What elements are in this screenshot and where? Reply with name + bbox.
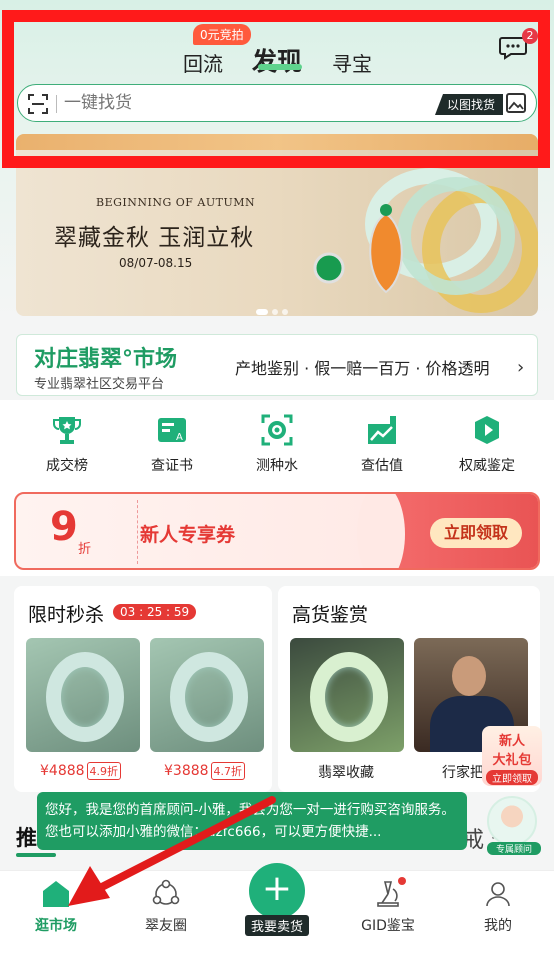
promo-claim-button[interactable]: 立即领取 (486, 770, 538, 785)
banner-subtitle: BEGINNING OF AUTUMN (96, 196, 256, 209)
appraisal-title: 高货鉴赏 (292, 604, 369, 626)
image-search-label[interactable]: 以图找货 (435, 94, 504, 115)
product-price: ¥3888 4.7折 (164, 762, 246, 780)
flash-sale-title: 限时秒杀 (28, 604, 105, 626)
grid-item-deals-ranking[interactable]: 成交榜 (27, 414, 107, 475)
appraisal-label: 行家把 (442, 765, 484, 781)
market-tags: 产地鉴别 · 假一赔一百万 · 价格透明 (235, 359, 490, 378)
flash-sale-card[interactable]: 限时秒杀 03 : 25 : 59 ¥4888 4.9折 ¥3888 4.7折 (14, 586, 272, 792)
discount-badge: 4.9折 (86, 762, 122, 780)
advisor-avatar[interactable] (487, 796, 537, 846)
nav-item-gid-appraisal[interactable]: GID鉴宝 (348, 879, 428, 935)
promo-line2: 大礼包 (492, 753, 532, 768)
certificate-icon: A (158, 418, 186, 443)
jade-jewelry-image (313, 168, 538, 313)
grid-item-authority[interactable]: 权威鉴定 (447, 414, 527, 475)
promo-banner[interactable]: BEGINNING OF AUTUMN 翠藏金秋 玉润立秋 08/07-08.1… (16, 134, 538, 316)
bangle-shape (310, 652, 388, 742)
coupon-divider (137, 500, 138, 564)
community-icon (152, 879, 180, 905)
grid-item-certificate[interactable]: A 查证书 (132, 414, 212, 475)
price-value: ¥4888 (40, 763, 85, 779)
coupon-discount-unit: 折 (78, 542, 92, 557)
grid-item-valuation[interactable]: 查估值 (342, 414, 422, 475)
image-search-icon[interactable] (506, 93, 526, 113)
pagination-dot[interactable] (256, 309, 268, 315)
nav-label: 翠友圈 (145, 918, 187, 934)
nav-label: 我的 (484, 918, 512, 934)
section-tab-peek[interactable]: 推 (16, 822, 37, 852)
product-image[interactable] (150, 638, 264, 752)
trophy-icon (53, 417, 81, 444)
product-price: ¥4888 4.9折 (40, 762, 122, 780)
market-title: 对庄翡翠°市场 (34, 347, 178, 372)
chart-icon (368, 416, 396, 444)
person-head (452, 656, 486, 696)
appraisal-image-jade[interactable] (290, 638, 404, 752)
coupon-title: 新人专享券 (140, 524, 236, 546)
market-bar[interactable]: 对庄翡翠°市场 专业翡翠社区交易平台 产地鉴别 · 假一赔一百万 · 价格透明 … (16, 334, 538, 396)
banner-top-strip (16, 134, 538, 150)
price-value: ¥3888 (164, 763, 209, 779)
advisor-tag: 专属顾问 (487, 842, 541, 855)
search-input[interactable] (64, 90, 364, 116)
nav-label: GID鉴宝 (361, 918, 415, 934)
tab-faxian[interactable]: 发现 (252, 42, 302, 78)
tab-huiliu[interactable]: 回流 (183, 48, 223, 77)
scan-icon[interactable] (28, 94, 48, 114)
coupon-section: 9 折 新人专享券 立即领取 (0, 488, 554, 576)
active-tab-indicator (258, 64, 302, 70)
grid-label: 查估值 (361, 458, 403, 474)
newcomer-coupon[interactable]: 9 折 新人专享券 立即领取 (14, 492, 540, 570)
product-cards: 限时秒杀 03 : 25 : 59 ¥4888 4.9折 ¥3888 4.7折 高货… (0, 586, 554, 796)
discount-badge: 4.7折 (210, 762, 246, 780)
banner-pagination (256, 300, 292, 316)
product-image[interactable] (26, 638, 140, 752)
bangle-shape (170, 652, 248, 742)
advisor-tip-bubble[interactable]: 您好，我是您的首席顾问-小雅，我会为您一对一进行购买咨询服务。您也可以添加小雅的… (37, 792, 467, 850)
search-bar[interactable]: 以图找货 (17, 84, 537, 122)
appraisal-label: 翡翠收藏 (318, 765, 374, 781)
nav-item-profile[interactable]: 我的 (458, 879, 538, 935)
home-icon (43, 881, 69, 907)
top-tabs: 回流 发现 寻宝 (0, 40, 554, 80)
banner-title: 翠藏金秋 玉润立秋 (54, 225, 255, 251)
grid-label: 测种水 (256, 458, 298, 474)
svg-text:A: A (176, 432, 183, 443)
newcomer-gift-float[interactable]: 新人 大礼包 立即领取 (482, 726, 542, 786)
bangle-shape (46, 652, 124, 742)
tab-xunbao[interactable]: 寻宝 (332, 48, 372, 77)
search-divider (56, 95, 57, 113)
sell-label[interactable]: 我要卖货 (245, 915, 310, 936)
user-icon (486, 882, 510, 907)
grid-label: 成交榜 (46, 458, 88, 474)
nav-item-community[interactable]: 翠友圈 (126, 879, 206, 935)
feature-grid: 成交榜 A 查证书 测种水 查估值 权威鉴定 (0, 400, 554, 488)
pagination-dot[interactable] (282, 309, 288, 315)
section-tab-indicator (16, 853, 56, 857)
grid-label: 查证书 (151, 458, 193, 474)
chevron-right-icon[interactable]: › (517, 357, 524, 378)
bottom-nav: 逛市场 翠友圈 + 我要卖货 GID鉴宝 我的 (0, 863, 554, 954)
countdown-timer: 03 : 25 : 59 (113, 604, 197, 620)
plus-icon[interactable]: + (249, 863, 305, 919)
auth-icon (475, 416, 499, 444)
nav-item-market[interactable]: 逛市场 (16, 879, 96, 935)
scan-gem-icon (261, 414, 293, 446)
pagination-dot[interactable] (272, 309, 278, 315)
notification-dot (398, 877, 406, 885)
grid-label: 权威鉴定 (459, 458, 515, 474)
coupon-discount-number: 9 (50, 504, 78, 550)
claim-coupon-button[interactable]: 立即领取 (430, 518, 522, 548)
market-subtitle: 专业翡翠社区交易平台 (34, 377, 165, 392)
promo-line1: 新人 (498, 734, 525, 749)
banner-date: 08/07-08.15 (119, 256, 193, 270)
grid-item-measure-water[interactable]: 测种水 (237, 414, 317, 475)
message-count-badge: 2 (522, 28, 538, 44)
nav-label: 逛市场 (35, 918, 77, 934)
